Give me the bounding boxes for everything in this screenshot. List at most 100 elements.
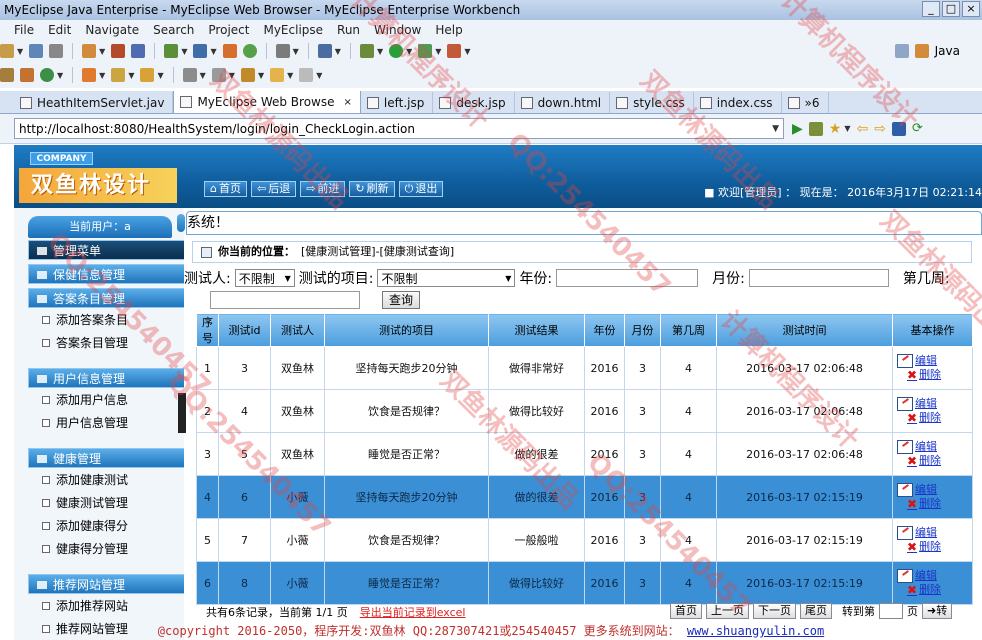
page-number-input[interactable] (879, 603, 903, 619)
editor-tab[interactable]: desk.jsp (433, 92, 515, 113)
open-type-icon[interactable] (0, 68, 14, 82)
delete-link[interactable]: ✖ 删除 (897, 583, 972, 597)
month-input[interactable] (748, 269, 889, 287)
last-page-button[interactable]: 尾页 (800, 603, 832, 619)
project-icon[interactable] (131, 44, 146, 58)
prev-annotation-icon[interactable] (211, 68, 226, 82)
forward-icon[interactable] (299, 68, 314, 82)
stop-icon[interactable] (891, 121, 906, 136)
run-icon[interactable] (389, 44, 404, 58)
close-icon[interactable]: × (962, 1, 980, 17)
edit-link[interactable]: 编辑 (897, 569, 972, 583)
debug-icon[interactable] (359, 44, 374, 58)
perspective-label[interactable]: Java (935, 44, 960, 58)
next-page-button[interactable]: 下一页 (753, 603, 796, 619)
sidebar-section[interactable]: 保健信息管理 (28, 264, 184, 284)
year-input[interactable] (556, 269, 699, 287)
folder-icon[interactable] (82, 68, 97, 82)
sidebar-section[interactable]: 答案条目管理 (28, 288, 184, 308)
print-icon[interactable] (49, 44, 64, 58)
terminal-icon[interactable] (317, 44, 332, 58)
deploy-icon[interactable] (193, 44, 208, 58)
nav-button-2[interactable]: ⇨ 前进 (300, 181, 346, 197)
minimize-icon[interactable]: _ (922, 1, 940, 17)
server-icon[interactable] (82, 44, 97, 58)
menu-item-run[interactable]: Run (337, 23, 360, 37)
editor-tab[interactable]: left.jsp (361, 92, 434, 113)
address-input[interactable]: http://localhost:8080/HealthSystem/login… (14, 118, 784, 139)
edit-link[interactable]: 编辑 (897, 440, 972, 454)
maximize-icon[interactable]: □ (942, 1, 960, 17)
bug-icon[interactable] (808, 121, 823, 136)
open-resource-icon[interactable] (20, 68, 34, 82)
menu-item-help[interactable]: Help (435, 23, 462, 37)
refresh-icon[interactable]: ⟳ (912, 121, 923, 136)
prev-page-button[interactable]: 上一页 (706, 603, 749, 619)
go-button[interactable]: ➜转 (922, 603, 953, 619)
menu-item-file[interactable]: File (14, 23, 34, 37)
save-icon[interactable] (29, 44, 44, 58)
editor-tab[interactable]: down.html (515, 92, 611, 113)
edit-link[interactable]: 编辑 (897, 526, 972, 540)
refresh-green-icon[interactable] (40, 68, 54, 82)
sidebar-item[interactable]: 添加健康得分 (42, 518, 128, 534)
nav-button-0[interactable]: ⌂ 首页 (204, 181, 247, 197)
edit-link[interactable]: 编辑 (897, 397, 972, 411)
go-icon[interactable]: ▶ (792, 121, 803, 137)
chevron-down-icon[interactable]: ▼ (772, 124, 783, 134)
pencil-icon[interactable] (111, 68, 126, 82)
sidebar-item[interactable]: 健康测试管理 (42, 495, 128, 511)
open-folder-icon[interactable] (140, 68, 155, 82)
editor-tab[interactable]: MyEclipse Web Browse × (173, 91, 361, 113)
search-file-icon[interactable] (275, 44, 290, 58)
sidebar-item[interactable]: 添加推荐网站 (42, 598, 128, 614)
tester-select[interactable]: 不限制 ▼ (234, 269, 295, 287)
back-arrow-icon[interactable]: ⇦ (857, 121, 869, 137)
run-server-icon[interactable] (222, 44, 237, 58)
editor-tab[interactable]: HeathItemServlet.jav (14, 92, 174, 113)
sidebar-section[interactable]: 推荐网站管理 (28, 574, 184, 594)
sidebar-item[interactable]: 健康得分管理 (42, 541, 128, 557)
delete-link[interactable]: ✖ 删除 (897, 540, 972, 554)
package-icon[interactable] (111, 44, 126, 58)
sidebar-section[interactable]: 用户信息管理 (28, 368, 184, 388)
globe-icon[interactable] (242, 44, 257, 58)
delete-link[interactable]: ✖ 删除 (897, 411, 972, 425)
first-page-button[interactable]: 首页 (670, 603, 702, 619)
sidebar-item[interactable]: 用户信息管理 (42, 415, 128, 431)
menu-item-myeclipse[interactable]: MyEclipse (263, 23, 323, 37)
export-excel-link[interactable]: 导出当前记录到excel (360, 604, 466, 620)
nav-button-4[interactable]: ⏻ 退出 (398, 181, 444, 197)
editor-tab[interactable]: index.css (694, 92, 782, 113)
external-tools-icon[interactable] (418, 44, 433, 58)
query-button[interactable]: 查询 (382, 291, 421, 309)
sidebar-item[interactable]: 添加答案条目 (42, 312, 128, 328)
sidebar-item[interactable]: 添加健康测试 (42, 472, 128, 488)
week-input[interactable] (210, 291, 360, 309)
menu-item-navigate[interactable]: Navigate (85, 23, 139, 37)
wizard-icon[interactable] (164, 44, 179, 58)
delete-link[interactable]: ✖ 删除 (897, 497, 972, 511)
menu-item-window[interactable]: Window (374, 23, 421, 37)
sidebar-item[interactable]: 答案条目管理 (42, 335, 128, 351)
footer-link[interactable]: www.shuangyulin.com (687, 624, 824, 638)
sidebar-item[interactable]: 添加用户信息 (42, 392, 128, 408)
close-icon[interactable]: × (344, 97, 352, 108)
back-icon[interactable] (270, 68, 285, 82)
editor-tab[interactable]: »6 (782, 92, 829, 113)
sidebar-section[interactable]: 健康管理 (28, 448, 184, 468)
next-annotation-icon[interactable] (182, 68, 197, 82)
item-select[interactable]: 不限制 ▼ (377, 269, 516, 287)
delete-link[interactable]: ✖ 删除 (897, 368, 972, 382)
profile-icon[interactable] (447, 44, 462, 58)
menu-item-project[interactable]: Project (208, 23, 249, 37)
editor-tab[interactable]: style.css (610, 92, 694, 113)
menu-item-search[interactable]: Search (153, 23, 194, 37)
new-icon[interactable] (0, 44, 14, 58)
last-edit-icon[interactable] (240, 68, 255, 82)
star-icon[interactable]: ★ (829, 121, 842, 137)
delete-link[interactable]: ✖ 删除 (897, 454, 972, 468)
nav-button-3[interactable]: ↻ 刷新 (349, 181, 395, 197)
edit-link[interactable]: 编辑 (897, 354, 972, 368)
sidebar-toggle[interactable] (178, 393, 186, 433)
